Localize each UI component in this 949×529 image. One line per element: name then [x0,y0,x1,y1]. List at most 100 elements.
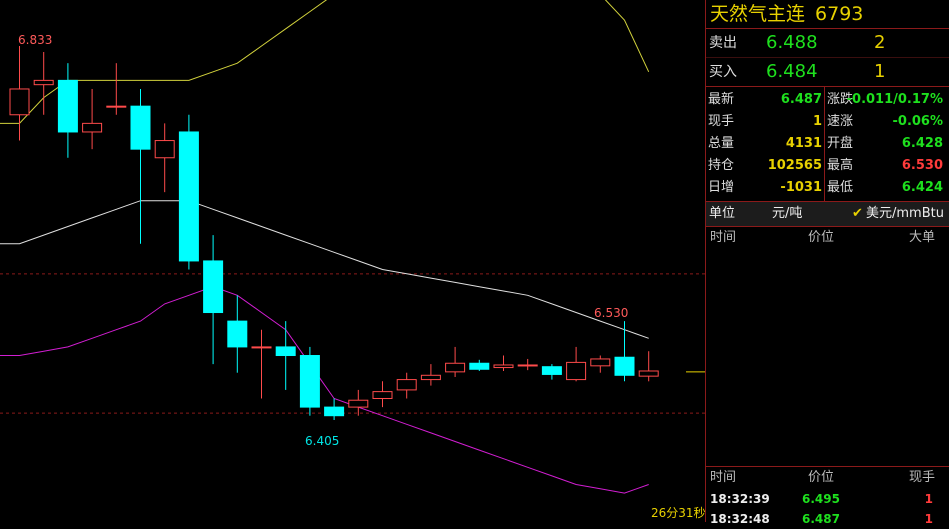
candle-body [154,140,175,159]
candle-body [372,391,393,400]
candle[interactable] [227,295,248,373]
tick-price: 6.487 [802,512,840,526]
stat-value: 6.424 [901,180,943,195]
candle-body [420,374,441,381]
candle[interactable] [566,346,587,382]
candle[interactable] [203,235,224,365]
stat-value: 4131 [785,136,822,151]
tick-size: 1 [924,492,933,506]
candle-body [445,362,466,373]
candle[interactable] [324,398,345,420]
low-price-label: 6.405 [305,434,339,448]
tick-list: 时间 价位 现手 18:32:39 6.495 1 18:32:48 6.487 1 [706,466,949,529]
stat-value: -1031 [780,180,822,195]
candle-body [275,346,296,357]
quote-panel: 天然气主连 6793 卖出 6.488 2 买入 6.484 1 最新 6.487 涨… [705,0,949,526]
candle[interactable] [517,358,538,371]
candle[interactable] [396,372,417,399]
tick-row[interactable]: 18:32:39 6.495 1 [706,489,949,509]
candle-body [251,346,272,349]
candle-body [82,122,103,133]
candle-body [203,260,224,314]
candle-body [348,399,369,408]
candle-body [130,105,151,150]
tick-row[interactable]: 18:32:48 6.487 1 [706,509,949,529]
candle[interactable] [154,123,175,193]
candle[interactable] [130,88,151,244]
candlestick-chart[interactable]: 6.833 6.530 6.405 [0,0,705,522]
stat-row: 日增 -1031 最低 6.424 [706,177,949,199]
stat-label: 总量 [708,136,735,151]
candle[interactable] [445,346,466,378]
big-order-price-header: 价位 [808,230,835,245]
candle[interactable] [251,329,272,399]
candle[interactable] [178,114,199,270]
ask-volume: 2 [874,32,886,53]
ask-label: 卖出 [709,35,737,51]
ask-row[interactable]: 卖出 6.488 2 [706,29,949,58]
candle-body [396,379,417,391]
candle-body [614,356,635,376]
tick-price-header: 价位 [808,470,835,485]
stat-row: 持仓 102565 最高 6.530 [706,155,949,177]
candle-body [178,131,199,262]
stat-label: 现手 [708,114,735,129]
candle-body [324,406,345,417]
lower-band-line [0,286,649,494]
unit-option-cny[interactable]: 元/吨 [772,202,802,226]
stat-label: 最低 [827,180,854,195]
stat-label: 持仓 [708,158,735,173]
candle-body [469,362,490,370]
big-order-time-header: 时间 [710,230,737,245]
high-price-label: 6.833 [18,33,52,47]
candle[interactable] [493,355,514,371]
tick-time: 18:32:48 [710,512,770,526]
tick-size: 1 [924,512,933,526]
candle-body [638,370,659,377]
unit-option-usd[interactable]: 美元/mmBtu [866,202,944,226]
stat-label: 开盘 [827,136,854,151]
stat-value: 102565 [767,158,822,173]
big-order-header: 时间 价位 大单 [706,227,949,249]
candle[interactable] [590,355,611,373]
stat-label: 日增 [708,180,735,195]
candle[interactable] [541,364,562,380]
candle-body [33,79,54,86]
candle-body [9,88,30,116]
candle[interactable] [348,389,369,416]
candle[interactable] [106,63,127,115]
ask-price: 6.488 [766,32,818,53]
candle[interactable] [638,351,659,382]
unit-selector[interactable]: 单位 元/吨 ✔ 美元/mmBtu [706,202,949,227]
candle[interactable] [299,346,320,416]
bid-row[interactable]: 买入 6.484 1 [706,58,949,86]
candle[interactable] [82,88,103,150]
stat-row: 现手 1 速涨 -0.06% [706,111,949,133]
stat-row: 总量 4131 开盘 6.428 [706,133,949,155]
candle-body [590,358,611,367]
candle-body [57,79,78,133]
peak-price-label: 6.530 [594,306,628,320]
stat-value: -0.06% [892,114,944,129]
candle[interactable] [275,321,296,390]
stat-value: 1 [812,114,822,129]
quote-stats: 最新 6.487 涨跌 -0.011/0.17% 现手 1 速涨 -0.06% 总量 4131 开盘… [706,87,949,202]
bid-price: 6.484 [766,61,818,82]
unit-label: 单位 [709,206,736,221]
stat-value: -0.011/0.17% [846,92,943,107]
candle[interactable] [372,381,393,408]
tick-time-header: 时间 [710,470,737,485]
candle[interactable] [57,63,78,158]
stat-label: 最新 [708,92,735,107]
candle[interactable] [469,359,490,371]
tick-time: 18:32:39 [710,492,770,506]
contract-title: 天然气主连 6793 [706,0,949,29]
candle[interactable] [420,364,441,386]
bid-volume: 1 [874,61,886,82]
candle-body [299,355,320,408]
contract-code: 6793 [815,3,864,25]
candle[interactable] [614,321,635,382]
candle-body [566,361,587,381]
stat-value: 6.530 [901,158,943,173]
candle[interactable] [9,45,30,141]
